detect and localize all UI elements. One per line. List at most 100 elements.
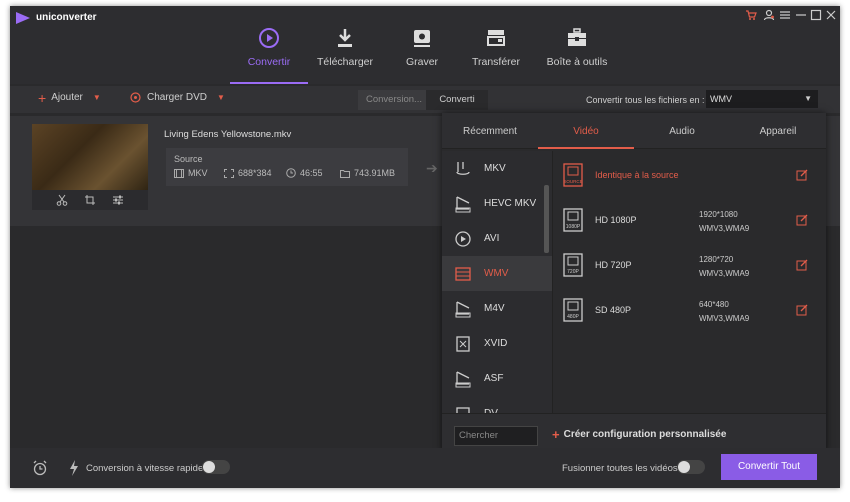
- format-search-input[interactable]: Chercher: [454, 426, 538, 446]
- svg-text:480P: 480P: [567, 314, 579, 320]
- format-item-avi[interactable]: AVI: [442, 221, 552, 256]
- format-label: XVID: [484, 338, 508, 349]
- nav-burn[interactable]: Graver: [402, 26, 442, 68]
- folder-icon: [340, 169, 350, 178]
- tab-device[interactable]: Appareil: [730, 126, 826, 137]
- preset-list: SOURCE Identique à la source 1080P HD 10…: [555, 153, 826, 413]
- convert-icon: [259, 28, 279, 48]
- preset-specs: 1280*720 WMV3,WMA9: [699, 253, 749, 281]
- format-item-m4v[interactable]: M4V: [442, 291, 552, 326]
- edit-icon[interactable]: [796, 304, 808, 316]
- minimize-icon[interactable]: [794, 9, 807, 22]
- source-resolution-value: 688*384: [238, 168, 272, 178]
- maximize-icon[interactable]: [809, 9, 822, 22]
- nav-label: Convertir: [247, 56, 291, 68]
- menu-icon[interactable]: [778, 9, 791, 22]
- output-format-value: WMV: [710, 94, 732, 104]
- close-icon[interactable]: [824, 9, 837, 22]
- cart-icon[interactable]: [744, 9, 757, 22]
- source-duration: 46:55: [286, 168, 323, 178]
- video-file-icon: 1080P: [563, 208, 583, 232]
- toggle-knob: [203, 461, 215, 473]
- nav-download[interactable]: Télécharger: [312, 26, 378, 68]
- bottom-bar: Conversion à vitesse rapide Fusionner to…: [10, 448, 840, 488]
- download-icon: [338, 29, 352, 47]
- chevron-down-icon[interactable]: ▼: [93, 93, 101, 102]
- fast-convert-toggle[interactable]: [202, 460, 230, 474]
- svg-text:720P: 720P: [567, 269, 579, 275]
- plus-icon: +: [552, 426, 560, 442]
- chevron-down-icon[interactable]: ▼: [217, 93, 225, 102]
- preset-hd-720p[interactable]: 720P HD 720P 1280*720 WMV3,WMA9: [555, 243, 826, 285]
- format-item-xvid[interactable]: XVID: [442, 326, 552, 361]
- create-custom-label: Créer configuration personnalisée: [563, 429, 727, 440]
- format-item-asf[interactable]: ASF: [442, 361, 552, 396]
- preset-resolution: 1280*720: [699, 255, 734, 264]
- format-tabs: Récemment Vidéo Audio Appareil: [442, 113, 826, 149]
- source-size-value: 743.91MB: [354, 168, 396, 178]
- tab-video[interactable]: Vidéo: [538, 126, 634, 137]
- hevc-icon: [455, 195, 471, 212]
- edit-icon[interactable]: [796, 169, 808, 181]
- user-icon[interactable]: [762, 9, 775, 22]
- format-label: AVI: [484, 233, 500, 244]
- preset-same-as-source[interactable]: SOURCE Identique à la source: [555, 153, 826, 195]
- fast-convert-label: Conversion à vitesse rapide: [86, 463, 204, 474]
- source-format-value: MKV: [188, 168, 208, 178]
- crop-icon[interactable]: [84, 194, 96, 206]
- convert-all-button[interactable]: Convertir Tout: [721, 454, 817, 480]
- scissors-icon[interactable]: [56, 194, 68, 206]
- video-thumbnail[interactable]: [32, 124, 148, 190]
- plus-icon: +: [38, 89, 47, 106]
- format-item-dv[interactable]: DV: [442, 396, 552, 413]
- nav-transfer[interactable]: Transférer: [470, 26, 522, 68]
- nav-label: Boîte à outils: [546, 56, 608, 68]
- dvd-icon: [130, 92, 141, 103]
- preset-hd-1080p[interactable]: 1080P HD 1080P 1920*1080 WMV3,WMA9: [555, 198, 826, 240]
- file-name: Living Edens Yellowstone.mkv: [164, 129, 292, 140]
- tab-converted[interactable]: Converti: [426, 90, 488, 110]
- source-format: MKV: [174, 168, 208, 178]
- create-custom-button[interactable]: + Créer configuration personnalisée: [552, 426, 727, 442]
- format-item-wmv[interactable]: WMV: [442, 256, 552, 291]
- format-item-mkv[interactable]: MKV: [442, 151, 552, 186]
- edit-icon[interactable]: [796, 214, 808, 226]
- merge-videos-toggle[interactable]: [677, 460, 705, 474]
- wmv-icon: [455, 266, 471, 281]
- burn-disc-icon: [414, 30, 430, 47]
- tab-audio[interactable]: Audio: [634, 126, 730, 137]
- source-badge-icon: SOURCE: [563, 163, 583, 187]
- source-duration-value: 46:55: [300, 168, 323, 178]
- merge-videos-label: Fusionner toutes les vidéos: [562, 463, 678, 474]
- preset-codec: WMV3,WMA9: [699, 224, 750, 233]
- format-label: WMV: [484, 268, 509, 279]
- app-logo-icon: [16, 12, 30, 24]
- add-files-button[interactable]: + Ajouter ▼: [38, 89, 101, 106]
- edit-icon[interactable]: [796, 259, 808, 271]
- preset-specs: 1920*1080 WMV3,WMA9: [699, 208, 749, 236]
- format-list-scrollbar[interactable]: [544, 185, 549, 253]
- preset-name: HD 1080P: [595, 215, 637, 225]
- source-size: 743.91MB: [340, 168, 395, 178]
- output-format-select[interactable]: WMV ▼: [706, 90, 818, 108]
- preset-specs: 640*480 WMV3,WMA9: [699, 298, 749, 326]
- preset-codec: WMV3,WMA9: [699, 314, 750, 323]
- format-popup: Récemment Vidéo Audio Appareil MKV HEVC …: [442, 113, 826, 453]
- format-item-hevc-mkv[interactable]: HEVC MKV: [442, 186, 552, 221]
- transfer-icon: [487, 30, 505, 46]
- preset-resolution: 1920*1080: [699, 210, 738, 219]
- alarm-clock-icon[interactable]: [32, 460, 48, 476]
- tab-converting[interactable]: Conversion...: [358, 90, 426, 110]
- preset-sd-480p[interactable]: 480P SD 480P 640*480 WMV3,WMA9: [555, 288, 826, 330]
- load-dvd-button[interactable]: Charger DVD ▼: [130, 92, 225, 103]
- format-label: HEVC MKV: [484, 198, 537, 209]
- preset-name: HD 720P: [595, 260, 632, 270]
- arrow-right-icon: ➔: [426, 160, 438, 176]
- source-info-box: Source MKV 688*384 46:55 743.91MB: [166, 148, 408, 186]
- resolution-icon: [224, 168, 234, 178]
- tab-recent[interactable]: Récemment: [442, 126, 538, 137]
- nav-convert[interactable]: Convertir: [242, 26, 296, 68]
- toolbox-icon: [568, 28, 586, 46]
- settings-sliders-icon[interactable]: [112, 194, 124, 206]
- nav-toolbox[interactable]: Boîte à outils: [546, 26, 608, 68]
